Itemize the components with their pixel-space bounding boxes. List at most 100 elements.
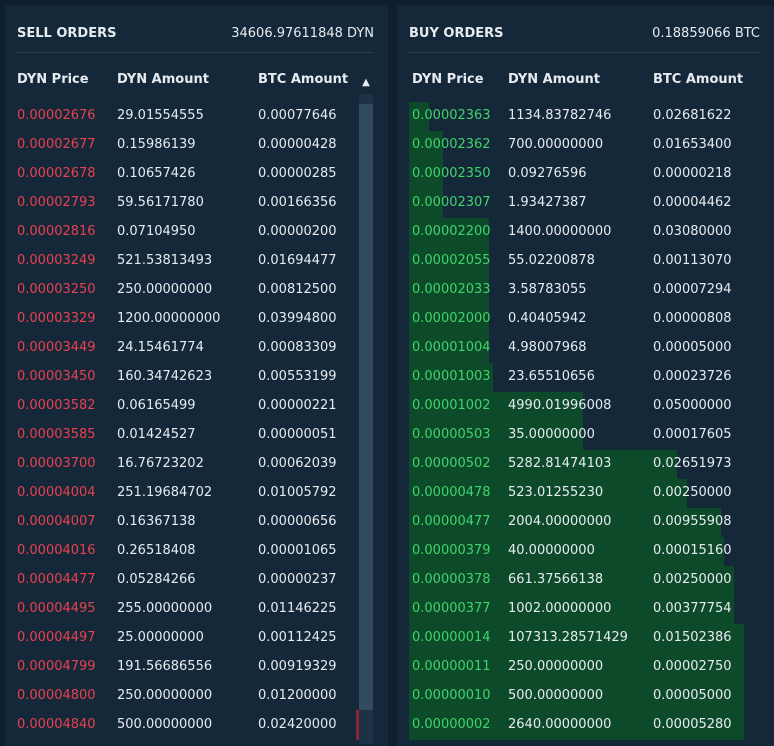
order-row[interactable]: 0.00000477 2004.00000000 0.00955908 [397,508,774,537]
order-btc-amount: 0.00000051 [258,427,337,442]
order-dyn-amount: 59.56171780 [117,195,204,210]
order-row[interactable]: 0.00004004 251.19684702 0.01005792 [5,479,388,508]
order-dyn-amount: 250.00000000 [508,659,604,674]
order-price: 0.00002676 [17,108,96,123]
order-row[interactable]: 0.00000478 523.01255230 0.00250000 [397,479,774,508]
column-header-price[interactable]: DYN Price [17,72,89,87]
order-row[interactable]: 0.00000379 40.00000000 0.00015160 [397,537,774,566]
order-btc-amount: 0.00005280 [653,717,732,732]
order-dyn-amount: 0.26518408 [117,543,196,558]
order-btc-amount: 0.00077646 [258,108,337,123]
order-row[interactable]: 0.00004477 0.05284266 0.00000237 [5,566,388,595]
order-price: 0.00000378 [412,572,491,587]
order-price: 0.00003329 [17,311,96,326]
order-row[interactable]: 0.00000378 661.37566138 0.00250000 [397,566,774,595]
order-price: 0.00002678 [17,166,96,181]
order-price: 0.00002677 [17,137,96,152]
order-btc-amount: 0.00000808 [653,311,732,326]
order-price: 0.00003249 [17,253,96,268]
order-btc-amount: 0.00017605 [653,427,732,442]
order-row[interactable]: 0.00001002 4990.01996008 0.05000000 [397,392,774,421]
order-row[interactable]: 0.00003249 521.53813493 0.01694477 [5,247,388,276]
order-row[interactable]: 0.00000377 1002.00000000 0.00377754 [397,595,774,624]
sell-orders-header: SELL ORDERS 34606.97611848 DYN [5,6,388,52]
order-row[interactable]: 0.00004800 250.00000000 0.01200000 [5,682,388,711]
buy-orders-panel: BUY ORDERS 0.18859066 BTC DYN Price DYN … [397,6,774,746]
order-row[interactable]: 0.00002307 1.93427387 0.00004462 [397,189,774,218]
order-price: 0.00000014 [412,630,491,645]
column-header-price[interactable]: DYN Price [412,72,484,87]
order-row[interactable]: 0.00002677 0.15986139 0.00000428 [5,131,388,160]
order-row[interactable]: 0.00004495 255.00000000 0.01146225 [5,595,388,624]
order-price: 0.00001002 [412,398,491,413]
order-row[interactable]: 0.00004007 0.16367138 0.00000656 [5,508,388,537]
order-row[interactable]: 0.00001004 4.98007968 0.00005000 [397,334,774,363]
order-price: 0.00002200 [412,224,491,239]
order-dyn-amount: 250.00000000 [117,282,213,297]
order-dyn-amount: 251.19684702 [117,485,213,500]
order-row[interactable]: 0.00003250 250.00000000 0.00812500 [5,276,388,305]
order-row[interactable]: 0.00004016 0.26518408 0.00001065 [5,537,388,566]
order-row[interactable]: 0.00000002 2640.00000000 0.00005280 [397,711,774,740]
order-dyn-amount: 1134.83782746 [508,108,612,123]
order-btc-amount: 0.00000218 [653,166,732,181]
order-row[interactable]: 0.00002200 1400.00000000 0.03080000 [397,218,774,247]
order-dyn-amount: 107313.28571429 [508,630,628,645]
order-row[interactable]: 0.00003585 0.01424527 0.00000051 [5,421,388,450]
order-dyn-amount: 0.05284266 [117,572,196,587]
order-row[interactable]: 0.00002678 0.10657426 0.00000285 [5,160,388,189]
order-price: 0.00004497 [17,630,96,645]
order-price: 0.00000477 [412,514,491,529]
order-row[interactable]: 0.00003449 24.15461774 0.00083309 [5,334,388,363]
order-row[interactable]: 0.00004799 191.56686556 0.00919329 [5,653,388,682]
scroll-marker [356,710,359,740]
column-header-dyn-amount[interactable]: DYN Amount [508,72,600,87]
column-header-dyn-amount[interactable]: DYN Amount [117,72,209,87]
order-row[interactable]: 0.00002362 700.00000000 0.01653400 [397,131,774,160]
order-price: 0.00004007 [17,514,96,529]
order-row[interactable]: 0.00002055 55.02200878 0.00113070 [397,247,774,276]
scrollbar-thumb[interactable] [359,104,373,710]
order-btc-amount: 0.01694477 [258,253,337,268]
order-row[interactable]: 0.00002350 0.09276596 0.00000218 [397,160,774,189]
order-price: 0.00002055 [412,253,491,268]
order-dyn-amount: 0.40405942 [508,311,587,326]
order-row[interactable]: 0.00000502 5282.81474103 0.02651973 [397,450,774,479]
order-row[interactable]: 0.00000010 500.00000000 0.00005000 [397,682,774,711]
order-row[interactable]: 0.00002000 0.40405942 0.00000808 [397,305,774,334]
order-dyn-amount: 24.15461774 [117,340,204,355]
order-row[interactable]: 0.00004840 500.00000000 0.02420000 [5,711,388,740]
order-price: 0.00003450 [17,369,96,384]
order-btc-amount: 0.00553199 [258,369,337,384]
order-row[interactable]: 0.00003329 1200.00000000 0.03994800 [5,305,388,334]
chevron-up-icon[interactable]: ▲ [359,74,373,92]
order-btc-amount: 0.00166356 [258,195,337,210]
order-row[interactable]: 0.00002676 29.01554555 0.00077646 [5,102,388,131]
order-price: 0.00000377 [412,601,491,616]
order-row[interactable]: 0.00000014 107313.28571429 0.01502386 [397,624,774,653]
column-header-btc-amount[interactable]: BTC Amount [258,72,348,87]
order-dyn-amount: 255.00000000 [117,601,213,616]
column-header-btc-amount[interactable]: BTC Amount [653,72,743,87]
order-dyn-amount: 700.00000000 [508,137,604,152]
order-row[interactable]: 0.00002033 3.58783055 0.00007294 [397,276,774,305]
order-btc-amount: 0.00000428 [258,137,337,152]
order-dyn-amount: 0.07104950 [117,224,196,239]
order-row[interactable]: 0.00000503 35.00000000 0.00017605 [397,421,774,450]
order-dyn-amount: 191.56686556 [117,659,213,674]
order-row[interactable]: 0.00003582 0.06165499 0.00000221 [5,392,388,421]
order-btc-amount: 0.00007294 [653,282,732,297]
order-row[interactable]: 0.00002363 1134.83782746 0.02681622 [397,102,774,131]
order-btc-amount: 0.02681622 [653,108,732,123]
order-btc-amount: 0.01005792 [258,485,337,500]
order-row[interactable]: 0.00002793 59.56171780 0.00166356 [5,189,388,218]
order-price: 0.00004840 [17,717,96,732]
order-price: 0.00002363 [412,108,491,123]
order-row[interactable]: 0.00004497 25.00000000 0.00112425 [5,624,388,653]
order-row[interactable]: 0.00003700 16.76723202 0.00062039 [5,450,388,479]
order-row[interactable]: 0.00000011 250.00000000 0.00002750 [397,653,774,682]
order-row[interactable]: 0.00002816 0.07104950 0.00000200 [5,218,388,247]
order-price: 0.00000478 [412,485,491,500]
order-row[interactable]: 0.00001003 23.65510656 0.00023726 [397,363,774,392]
order-row[interactable]: 0.00003450 160.34742623 0.00553199 [5,363,388,392]
